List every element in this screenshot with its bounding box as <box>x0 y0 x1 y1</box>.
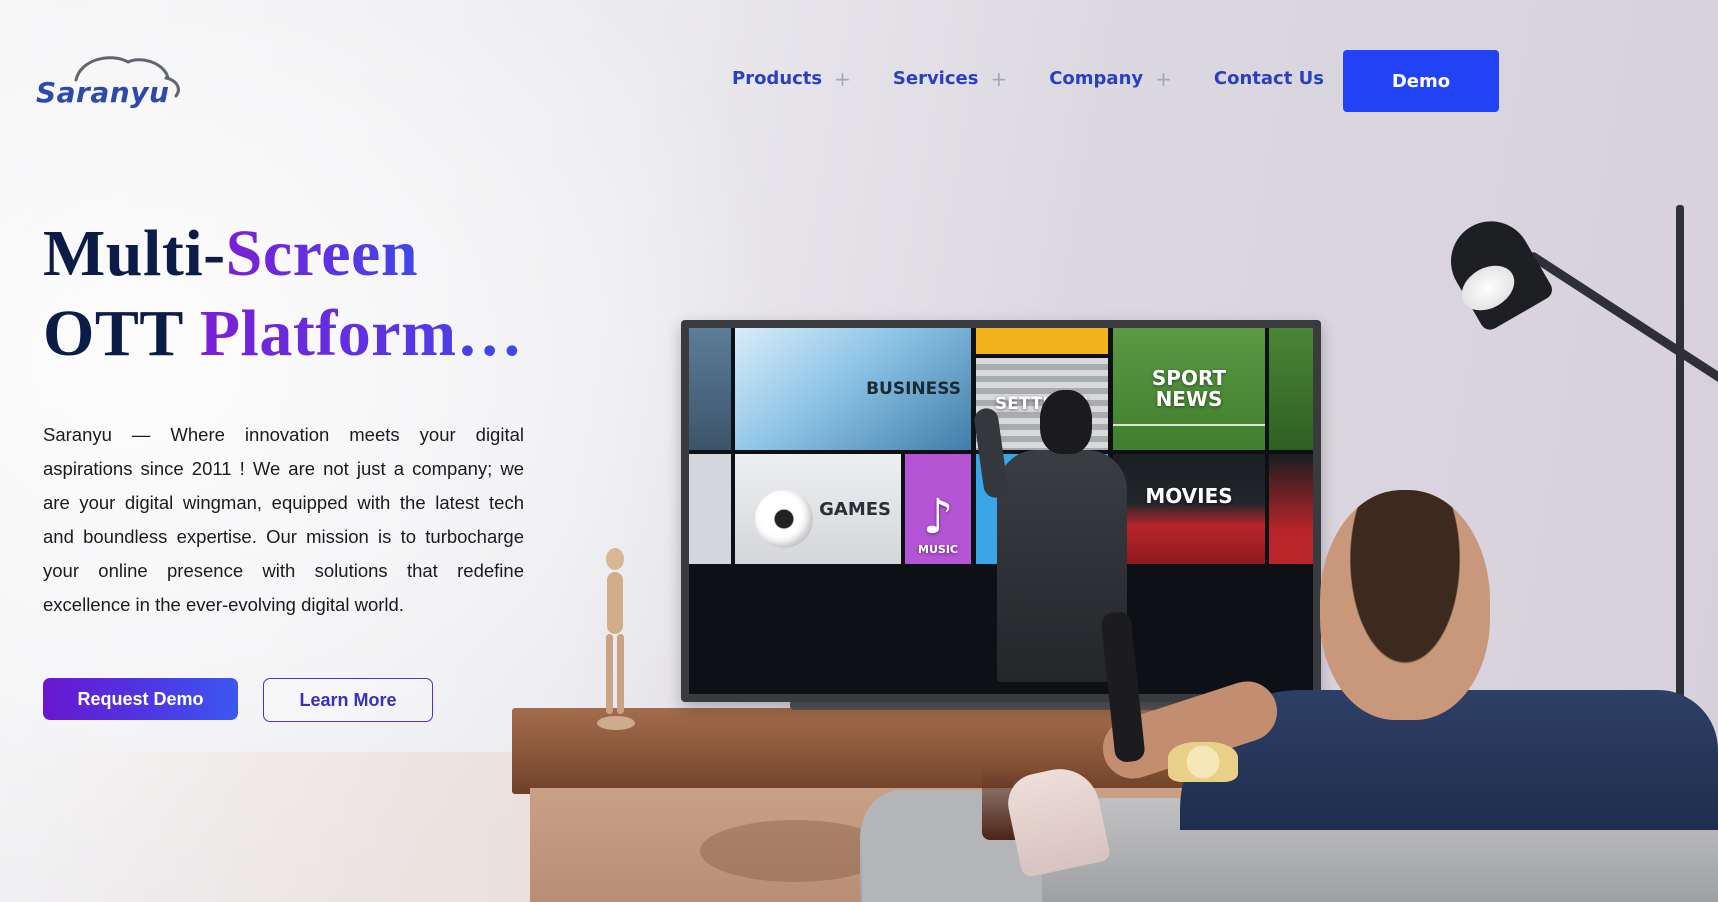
hero-title: Multi-Screen OTT Platform… <box>43 214 533 374</box>
nav-item-label: Company <box>1049 68 1144 89</box>
floor-lamp-arm <box>1527 250 1718 389</box>
mannequin-leg <box>617 634 624 714</box>
man-head <box>1040 390 1092 454</box>
nav-item-services[interactable]: Services + <box>893 68 1007 89</box>
hero-title-part: OTT <box>43 297 200 370</box>
mannequin-head <box>606 548 624 570</box>
soccer-ball-icon <box>755 490 813 548</box>
learn-more-button[interactable]: Learn More <box>263 678 433 722</box>
tv-tile-movies: MOVIES <box>1113 454 1265 564</box>
nav-item-products[interactable]: Products + <box>732 68 851 89</box>
viewer-head <box>1320 490 1490 720</box>
tv-tile-yellow <box>976 328 1108 354</box>
tv-tile-partial <box>1269 328 1313 450</box>
saranyu-logo[interactable]: Saranyu <box>36 52 186 114</box>
music-note-icon: ♪ <box>922 489 954 545</box>
floor-lamp-pole <box>1676 205 1684 725</box>
plus-icon[interactable]: + <box>1155 69 1172 89</box>
main-nav: Products + Services + Company + Contact … <box>732 68 1324 89</box>
popcorn-bowl <box>1168 742 1238 782</box>
pitch-line <box>1113 424 1265 426</box>
mannequin-leg <box>606 634 613 714</box>
tv-tile-news-label: NEWS <box>1155 387 1223 411</box>
tv-tile-business-label: BUSINESS <box>866 379 961 399</box>
tv-tile-games-label: GAMES <box>819 498 891 520</box>
demo-button[interactable]: Demo <box>1343 50 1499 112</box>
tv-tile-music-label: MUSIC <box>918 543 958 556</box>
tv-tile-partial <box>689 328 731 450</box>
nav-item-label: Products <box>732 68 823 89</box>
nav-item-label: Services <box>892 68 979 89</box>
site-header: Saranyu Products + Services + Company + … <box>0 0 1718 150</box>
tv-tile-music: ♪ MUSIC <box>905 454 971 564</box>
mannequin-body <box>607 572 623 634</box>
tv-tile-sport-news: SPORT NEWS <box>1113 328 1265 450</box>
nav-item-company[interactable]: Company + <box>1049 68 1172 89</box>
plus-icon[interactable]: + <box>834 69 851 89</box>
hero-title-part: Multi- <box>43 217 226 290</box>
tv-tile-sport-label: SPORT <box>1151 366 1227 390</box>
hero-section: Multi-Screen OTT Platform… Saranyu — Whe… <box>43 214 533 622</box>
mannequin-base <box>597 716 635 730</box>
tv-tile-partial <box>689 454 731 564</box>
tv-tile-movies-label: MOVIES <box>1145 484 1233 508</box>
plus-icon[interactable]: + <box>990 69 1007 89</box>
nav-item-label: Contact Us <box>1213 68 1324 89</box>
nav-item-contact-us[interactable]: Contact Us <box>1214 68 1324 89</box>
hero-title-highlight: Screen <box>225 217 419 290</box>
hero-buttons: Request Demo Learn More <box>43 678 433 722</box>
hero-description: Saranyu — Where innovation meets your di… <box>43 424 524 615</box>
hero-title-highlight: Platform… <box>199 297 524 370</box>
request-demo-button[interactable]: Request Demo <box>43 678 238 720</box>
tv-tile-partial <box>1269 454 1313 564</box>
wooden-mannequin <box>597 548 635 738</box>
tv-tile-business: BUSINESS <box>735 328 971 450</box>
logo-text: Saranyu <box>36 76 170 109</box>
tv-tile-games: GAMES <box>735 454 901 564</box>
